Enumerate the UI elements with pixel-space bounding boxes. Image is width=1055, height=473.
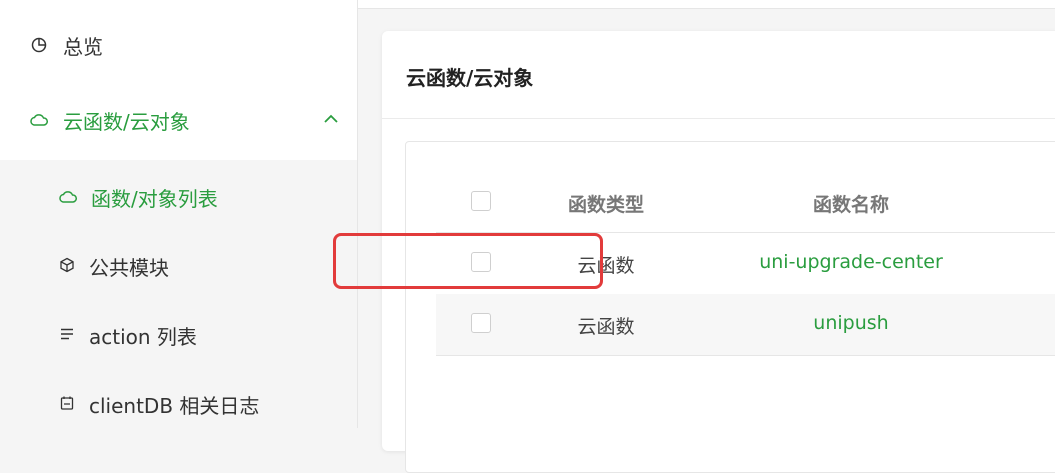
- page-title: 云函数/云对象: [406, 66, 534, 90]
- sidebar-item-label: 函数/对象列表: [91, 186, 218, 211]
- sidebar-item-label: 总览: [63, 34, 103, 59]
- sidebar-item-label: clientDB 相关日志: [89, 393, 260, 418]
- top-bar: [358, 0, 1055, 9]
- list-icon: [59, 323, 75, 347]
- cube-icon: [59, 254, 75, 278]
- function-name-link[interactable]: unipush: [716, 312, 986, 334]
- table-container: 函数类型 函数名称 云函数 uni-upgrade-center 云函数 uni…: [405, 141, 1055, 473]
- highlight-box: [333, 233, 603, 289]
- sidebar-item-label: 云函数/云对象: [63, 109, 190, 134]
- pie-chart-icon: [29, 35, 49, 55]
- row-checkbox[interactable]: [471, 313, 491, 333]
- sidebar-item-action-list[interactable]: action 列表: [0, 300, 357, 370]
- sidebar-item-label: action 列表: [89, 324, 197, 349]
- function-type-cell: 云函数: [577, 316, 635, 338]
- sidebar-item-common-modules[interactable]: 公共模块: [0, 231, 357, 301]
- table-header: 函数类型 函数名称: [436, 172, 1055, 233]
- cloud-icon: [29, 110, 49, 130]
- sidebar-item-clientdb-logs[interactable]: clientDB 相关日志: [0, 369, 357, 439]
- select-all-checkbox[interactable]: [471, 191, 491, 211]
- sidebar-item-overview[interactable]: 总览: [0, 10, 357, 80]
- column-header-type: 函数类型: [567, 194, 644, 216]
- divider: [382, 118, 1055, 119]
- sidebar-item-label: 公共模块: [89, 255, 169, 280]
- chevron-up-icon[interactable]: [321, 109, 341, 129]
- sidebar-item-function-list[interactable]: 函数/对象列表: [0, 162, 357, 232]
- cloud-icon: [59, 185, 77, 209]
- function-name-link[interactable]: uni-upgrade-center: [716, 251, 986, 273]
- table-row: 云函数 unipush: [436, 294, 1055, 356]
- sidebar: 总览 云函数/云对象 函数/对象列表 公共模块 action 列表 client…: [0, 0, 358, 428]
- calendar-icon: [59, 392, 75, 416]
- sidebar-item-cloud-functions[interactable]: 云函数/云对象: [0, 85, 357, 155]
- column-header-name: 函数名称: [812, 194, 889, 216]
- submenu-cloud-functions: 函数/对象列表 公共模块 action 列表 clientDB 相关日志: [0, 160, 357, 428]
